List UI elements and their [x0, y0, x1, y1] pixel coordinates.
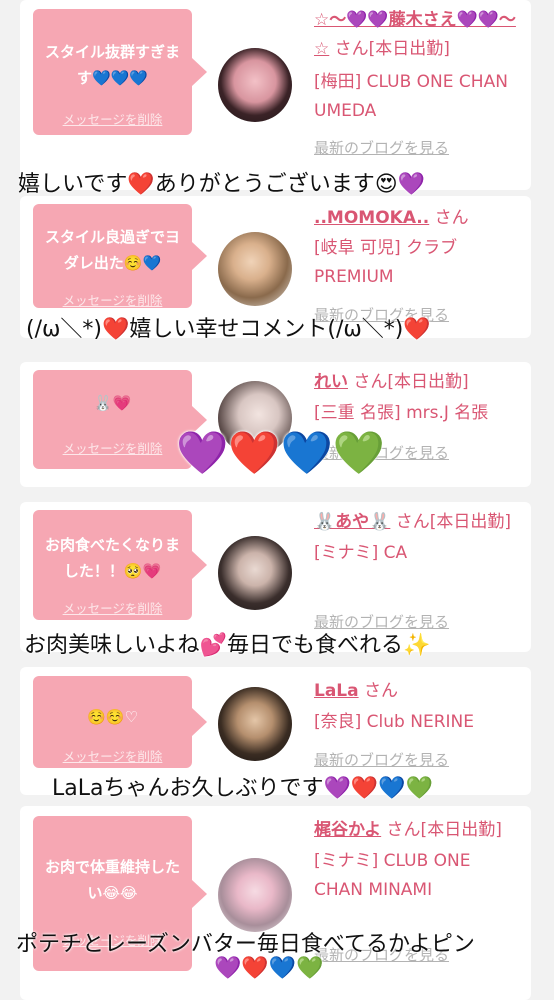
avatar[interactable] — [218, 48, 292, 122]
message-text: 🐰💗 — [93, 394, 132, 412]
message-bubble: ☺️☺️♡ メッセージを削除 — [33, 676, 207, 768]
cast-info: れい さん[本日出勤] [三重 名張] mrs.J 名張 — [314, 368, 524, 428]
latest-blog-link[interactable]: 最新のブログを見る — [314, 137, 449, 158]
cast-status: さん[本日出勤] — [348, 372, 469, 392]
cast-status: さん[本日出勤] — [329, 39, 450, 59]
overlay-caption: LaLaちゃんお久しぶりです💜❤️💙💚 — [52, 776, 434, 801]
overlay-caption: お肉美味しいよね💕毎日でも食べれる✨ — [24, 633, 431, 658]
message-bubble: スタイル良過ぎでヨダレ出た☺️💙 メッセージを削除 — [33, 204, 207, 309]
avatar[interactable] — [218, 232, 292, 306]
message-card: スタイル抜群すぎます💙💙💙 メッセージを削除 ☆〜💜💜藤木さえ💜💜〜☆ さん[本… — [20, 0, 531, 190]
message-text: スタイル抜群すぎます💙💙💙 — [44, 43, 180, 87]
delete-message-link[interactable]: メッセージを削除 — [33, 746, 192, 765]
cast-status: さん — [429, 208, 469, 228]
cast-name-link[interactable]: 🐰あや🐰 — [314, 512, 390, 532]
shop-name: [ミナミ] CA — [314, 543, 408, 563]
cast-name-link[interactable]: れい — [314, 372, 348, 392]
overlay-caption: 嬉しいです❤️ありがとうございます😍💜 — [18, 172, 426, 197]
message-text: スタイル良過ぎでヨダレ出た☺️💙 — [44, 228, 180, 272]
cast-info: ..MOMOKA.. さん [岐阜 可児] クラブPREMIUM — [314, 204, 524, 292]
shop-name: [梅田] CLUB ONE CHAN UMEDA — [314, 72, 508, 121]
cast-info: 梶谷かよ さん[本日出勤] [ミナミ] CLUB ONE CHAN MINAMI — [314, 816, 524, 905]
delete-message-link[interactable]: メッセージを削除 — [33, 109, 192, 128]
shop-name: [奈良] Club NERINE — [314, 712, 474, 732]
overlay-hearts: 💜❤️💙💚 — [176, 428, 386, 477]
message-bubble: スタイル抜群すぎます💙💙💙 メッセージを削除 — [33, 9, 207, 135]
cast-info: ☆〜💜💜藤木さえ💜💜〜☆ さん[本日出勤] [梅田] CLUB ONE CHAN… — [314, 6, 524, 126]
delete-message-link[interactable]: メッセージを削除 — [33, 438, 192, 457]
latest-blog-link[interactable]: 最新のブログを見る — [314, 749, 449, 770]
overlay-caption: (/ω＼*)❤️嬉しい幸せコメント(/ω＼*)❤️ — [26, 317, 431, 342]
cast-name-link[interactable]: LaLa — [314, 681, 359, 701]
message-text: ☺️☺️♡ — [87, 708, 138, 726]
message-bubble: 🐰💗 メッセージを削除 — [33, 370, 207, 469]
avatar[interactable] — [218, 687, 292, 761]
shop-name: [岐阜 可児] クラブPREMIUM — [314, 238, 458, 287]
avatar[interactable] — [218, 536, 292, 610]
cast-info: LaLa さん [奈良] Club NERINE — [314, 677, 524, 737]
overlay-hearts: 💜❤️💙💚 — [214, 956, 324, 981]
delete-message-link[interactable]: メッセージを削除 — [33, 598, 192, 617]
cast-name-link[interactable]: 梶谷かよ — [314, 820, 381, 840]
cast-info: 🐰あや🐰 さん[本日出勤] [ミナミ] CA — [314, 508, 524, 568]
message-text: お肉食べたくなりました！！🥺💗 — [44, 536, 180, 580]
cast-status: さん[本日出勤] — [381, 820, 502, 840]
cast-status: さん — [358, 681, 399, 701]
shop-name: [ミナミ] CLUB ONE CHAN MINAMI — [314, 851, 471, 900]
cast-name-link[interactable]: ..MOMOKA.. — [314, 208, 429, 228]
message-bubble: お肉食べたくなりました！！🥺💗 メッセージを削除 — [33, 510, 207, 620]
overlay-caption: ポテチとレーズンバター毎日食べてるかよピン — [16, 932, 475, 957]
message-text: お肉で体重維持したい😂😂 — [44, 858, 180, 902]
avatar[interactable] — [218, 858, 292, 932]
cast-status: さん[本日出勤] — [390, 512, 512, 532]
shop-name: [三重 名張] mrs.J 名張 — [314, 403, 489, 423]
delete-message-link[interactable]: メッセージを削除 — [33, 290, 192, 309]
